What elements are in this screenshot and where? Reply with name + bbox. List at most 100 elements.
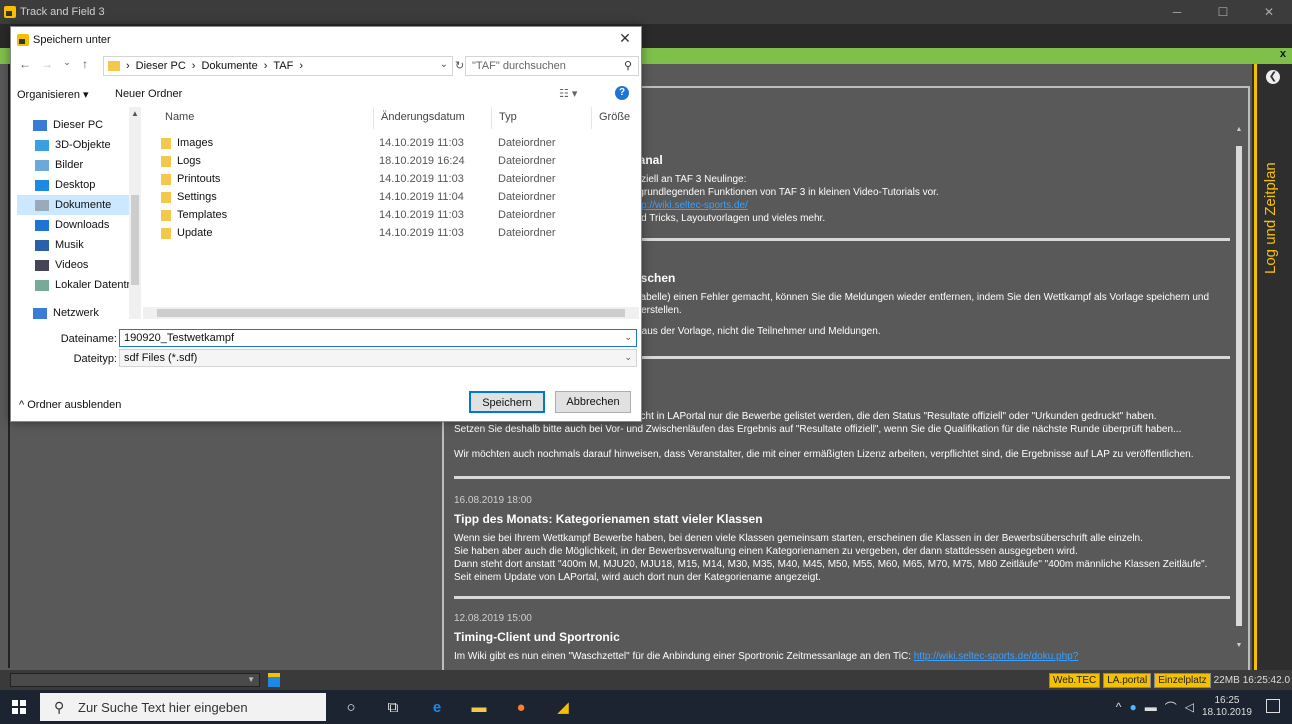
organize-button[interactable]: Organisieren ▾	[17, 88, 89, 101]
banner-close-button[interactable]: x	[1280, 48, 1286, 60]
app-icon	[4, 6, 16, 18]
taskbar-clock[interactable]: 16:25 18.10.2019	[1202, 695, 1252, 719]
nav-label: 3D-Objekte	[55, 139, 111, 151]
taf-app-icon[interactable]: ◢	[554, 699, 572, 717]
nav-item-downloads[interactable]: Downloads	[17, 215, 141, 235]
scroll-thumb[interactable]	[131, 195, 139, 285]
file-name: Update	[177, 227, 213, 239]
log-sidebar[interactable]: ❮ Log und Zeitplan	[1252, 64, 1292, 670]
filetype-label: Dateityp:	[73, 353, 117, 365]
cancel-button[interactable]: Abbrechen	[555, 391, 631, 413]
wifi-icon[interactable]: ⌒	[1165, 699, 1177, 716]
search-placeholder: "TAF" durchsuchen	[472, 60, 566, 72]
nav-scrollbar[interactable]: ▲	[129, 107, 141, 319]
chevron-up-icon[interactable]: ^	[1116, 700, 1122, 714]
news-title: Tipp des Monats: Kategorienamen statt vi…	[454, 512, 763, 526]
breadcrumb-item[interactable]: Dieser PC	[136, 60, 186, 72]
scroll-thumb[interactable]	[1236, 146, 1242, 626]
chevron-down-icon[interactable]: ⌄	[624, 352, 632, 363]
column-divider[interactable]	[591, 107, 592, 129]
back-arrow-icon[interactable]: ←	[17, 57, 33, 73]
save-button[interactable]: Speichern	[469, 391, 545, 413]
edge-icon[interactable]: e	[428, 699, 446, 717]
file-row[interactable]: Templates 14.10.2019 11:03 Dateiordner	[151, 207, 621, 225]
status-time: 16:25:42.0	[1242, 675, 1290, 686]
battery-icon[interactable]: ▬	[1145, 700, 1157, 714]
nav-item-3d-objects[interactable]: 3D-Objekte	[17, 135, 141, 155]
close-icon[interactable]: ✕	[1246, 0, 1292, 24]
help-icon[interactable]: ?	[615, 86, 629, 100]
nav-item-local-drive[interactable]: Lokaler Datenträ	[17, 275, 141, 295]
nav-item-documents[interactable]: Dokumente	[17, 195, 141, 215]
status-badge[interactable]: Web.TEC	[1049, 673, 1101, 688]
scroll-down-icon[interactable]: ▼	[1234, 642, 1244, 652]
app-title: Track and Field 3	[20, 6, 105, 18]
column-header-size[interactable]: Größe	[599, 111, 630, 123]
hide-folders-button[interactable]: ^ Ordner ausblenden	[19, 399, 121, 411]
windows-start-icon[interactable]	[12, 700, 26, 714]
nav-item-music[interactable]: Musik	[17, 235, 141, 255]
scroll-up-icon[interactable]: ▲	[1234, 126, 1244, 136]
cortana-icon[interactable]: ○	[342, 699, 360, 717]
file-row[interactable]: Logs 18.10.2019 16:24 Dateiordner	[151, 153, 621, 171]
filetype-select[interactable]: sdf Files (*.sdf) ⌄	[119, 349, 637, 367]
column-header-name[interactable]: Name	[165, 111, 194, 123]
view-options-icon[interactable]: ☷ ▾	[559, 87, 577, 100]
sidebar-label[interactable]: Log und Zeitplan	[1262, 74, 1286, 274]
nav-item-desktop[interactable]: Desktop	[17, 175, 141, 195]
news-link[interactable]: http://wiki.seltec-sports.de/	[630, 200, 748, 211]
column-divider[interactable]	[373, 107, 374, 129]
file-name: Images	[177, 137, 214, 149]
firefox-icon[interactable]: ●	[512, 699, 530, 717]
scroll-up-icon[interactable]: ▲	[131, 109, 139, 118]
status-badge[interactable]: Einzelplatz	[1154, 673, 1211, 688]
news-scrollbar[interactable]: ▲ ▼	[1234, 126, 1244, 656]
task-view-icon[interactable]: ⧉	[384, 699, 402, 717]
chevron-down-icon[interactable]: ⌄	[440, 59, 448, 70]
news-text: und Tricks, Layoutvorlagen und vieles me…	[630, 213, 826, 224]
news-item: Setzen Sie deshalb bitte auch bei Vor- u…	[454, 423, 1234, 461]
file-row[interactable]: Settings 14.10.2019 11:04 Dateiordner	[151, 189, 621, 207]
status-badge[interactable]: LA.portal	[1103, 673, 1152, 688]
breadcrumb-item[interactable]: Dokumente	[201, 60, 257, 72]
file-row[interactable]: Images 14.10.2019 11:03 Dateiordner	[151, 135, 621, 153]
save-disk-icon[interactable]	[268, 673, 280, 687]
file-explorer-icon[interactable]: ▬	[470, 699, 488, 717]
column-divider[interactable]	[491, 107, 492, 129]
nav-item-network[interactable]: Netzwerk	[17, 303, 141, 323]
folder-search-input[interactable]: "TAF" durchsuchen ⚲	[465, 56, 639, 76]
network-status-icon[interactable]: ●	[1129, 700, 1136, 714]
file-list-hscrollbar[interactable]	[143, 307, 639, 319]
recent-chevron-icon[interactable]: ⌄	[59, 57, 75, 73]
maximize-icon[interactable]: ☐	[1200, 0, 1246, 24]
column-header-date[interactable]: Änderungsdatum	[381, 111, 465, 123]
network-icon	[33, 307, 47, 319]
chevron-down-icon[interactable]: ⌄	[624, 332, 632, 343]
nav-item-videos[interactable]: Videos	[17, 255, 141, 275]
file-row[interactable]: Update 14.10.2019 11:03 Dateiordner	[151, 225, 621, 243]
nav-item-pictures[interactable]: Bilder	[17, 155, 141, 175]
file-date: 14.10.2019 11:03	[379, 137, 464, 149]
nav-item-this-pc[interactable]: Dieser PC	[17, 115, 141, 135]
filename-value: 190920_Testwetkampf	[124, 332, 235, 344]
minimize-icon[interactable]: ─	[1154, 0, 1200, 24]
address-bar[interactable]: › Dieser PC › Dokumente › TAF › ⌄	[103, 56, 453, 76]
volume-icon[interactable]: ◁	[1185, 700, 1194, 714]
new-folder-button[interactable]: Neuer Ordner	[115, 88, 182, 100]
forward-arrow-icon[interactable]: →	[39, 57, 55, 73]
scroll-thumb[interactable]	[157, 309, 625, 317]
up-arrow-icon[interactable]: ↑	[77, 57, 93, 73]
news-link[interactable]: http://wiki.seltec-sports.de/doku.php?	[914, 651, 1079, 662]
news-text: Seit einem Update von LAPortal, wird auc…	[454, 572, 821, 583]
column-header-type[interactable]: Typ	[499, 111, 517, 123]
filename-input[interactable]: 190920_Testwetkampf ⌄	[119, 329, 637, 347]
notification-icon[interactable]	[1266, 699, 1280, 713]
taskbar-search-input[interactable]: ⚲ Zur Suche Text hier eingeben	[40, 693, 326, 721]
news-text: peziell an TAF 3 Neulinge:	[630, 174, 747, 185]
dialog-close-icon[interactable]: ✕	[615, 30, 635, 50]
status-select[interactable]	[10, 673, 260, 687]
file-row[interactable]: Printouts 14.10.2019 11:03 Dateiordner	[151, 171, 621, 189]
navigation-pane: Dieser PC 3D-Objekte Bilder Desktop Doku…	[11, 107, 141, 319]
breadcrumb-item[interactable]: TAF	[273, 60, 293, 72]
news-text: Setzen Sie deshalb bitte auch bei Vor- u…	[454, 424, 1182, 435]
